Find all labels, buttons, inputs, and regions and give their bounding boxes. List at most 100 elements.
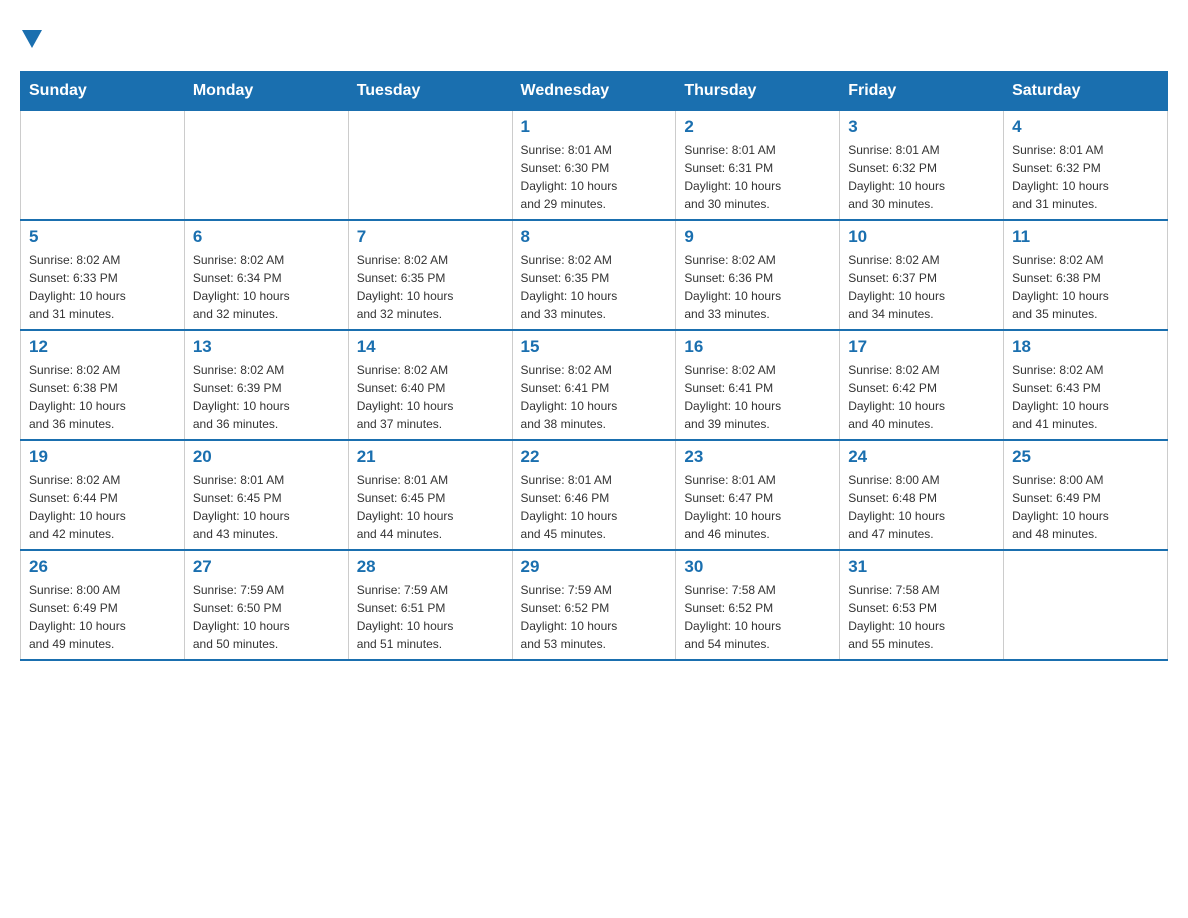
day-number: 8 xyxy=(521,227,668,247)
calendar-cell: 23 Sunrise: 8:01 AM Sunset: 6:47 PM Dayli… xyxy=(676,440,840,550)
day-info: Sunrise: 7:58 AM Sunset: 6:52 PM Dayligh… xyxy=(684,581,831,653)
day-number: 14 xyxy=(357,337,504,357)
calendar-cell xyxy=(348,111,512,221)
day-number: 26 xyxy=(29,557,176,577)
day-number: 17 xyxy=(848,337,995,357)
calendar-cell: 22 Sunrise: 8:01 AM Sunset: 6:46 PM Dayli… xyxy=(512,440,676,550)
calendar-week-row: 12Sunrise: 8:02 AM Sunset: 6:38 PM Dayli… xyxy=(21,330,1168,440)
day-info: Sunrise: 8:02 AM Sunset: 6:39 PM Dayligh… xyxy=(193,361,340,433)
calendar-cell: 20 Sunrise: 8:01 AM Sunset: 6:45 PM Dayli… xyxy=(184,440,348,550)
day-info: Sunrise: 8:01 AM Sunset: 6:31 PM Dayligh… xyxy=(684,141,831,213)
day-info: Sunrise: 8:02 AM Sunset: 6:34 PM Dayligh… xyxy=(193,251,340,323)
calendar-cell: 10 Sunrise: 8:02 AM Sunset: 6:37 PM Dayli… xyxy=(840,220,1004,330)
day-number: 30 xyxy=(684,557,831,577)
calendar-week-row: 19Sunrise: 8:02 AM Sunset: 6:44 PM Dayli… xyxy=(21,440,1168,550)
calendar-cell: 27 Sunrise: 7:59 AM Sunset: 6:50 PM Dayli… xyxy=(184,550,348,660)
day-info: Sunrise: 7:59 AM Sunset: 6:52 PM Dayligh… xyxy=(521,581,668,653)
day-number: 4 xyxy=(1012,117,1159,137)
day-info: Sunrise: 8:01 AM Sunset: 6:47 PM Dayligh… xyxy=(684,471,831,543)
day-number: 29 xyxy=(521,557,668,577)
day-number: 7 xyxy=(357,227,504,247)
day-number: 19 xyxy=(29,447,176,467)
day-info: Sunrise: 8:02 AM Sunset: 6:41 PM Dayligh… xyxy=(684,361,831,433)
logo-text-general xyxy=(20,20,42,51)
logo-triangle-icon xyxy=(22,30,42,48)
calendar-cell: 24Sunrise: 8:00 AM Sunset: 6:48 PM Dayli… xyxy=(840,440,1004,550)
day-info: Sunrise: 8:02 AM Sunset: 6:36 PM Dayligh… xyxy=(684,251,831,323)
day-number: 9 xyxy=(684,227,831,247)
calendar-table: Sunday Monday Tuesday Wednesday Thursday… xyxy=(20,71,1168,661)
day-info: Sunrise: 7:59 AM Sunset: 6:51 PM Dayligh… xyxy=(357,581,504,653)
col-header-monday: Monday xyxy=(184,72,348,111)
day-number: 3 xyxy=(848,117,995,137)
day-info: Sunrise: 8:00 AM Sunset: 6:49 PM Dayligh… xyxy=(29,581,176,653)
day-info: Sunrise: 7:58 AM Sunset: 6:53 PM Dayligh… xyxy=(848,581,995,653)
day-number: 13 xyxy=(193,337,340,357)
calendar-header-row: Sunday Monday Tuesday Wednesday Thursday… xyxy=(21,72,1168,111)
calendar-cell: 16 Sunrise: 8:02 AM Sunset: 6:41 PM Dayli… xyxy=(676,330,840,440)
calendar-cell: 21 Sunrise: 8:01 AM Sunset: 6:45 PM Dayli… xyxy=(348,440,512,550)
calendar-cell: 28 Sunrise: 7:59 AM Sunset: 6:51 PM Dayli… xyxy=(348,550,512,660)
calendar-cell: 19Sunrise: 8:02 AM Sunset: 6:44 PM Dayli… xyxy=(21,440,185,550)
day-info: Sunrise: 8:02 AM Sunset: 6:40 PM Dayligh… xyxy=(357,361,504,433)
day-info: Sunrise: 8:02 AM Sunset: 6:35 PM Dayligh… xyxy=(521,251,668,323)
day-info: Sunrise: 8:02 AM Sunset: 6:35 PM Dayligh… xyxy=(357,251,504,323)
col-header-tuesday: Tuesday xyxy=(348,72,512,111)
day-info: Sunrise: 8:00 AM Sunset: 6:49 PM Dayligh… xyxy=(1012,471,1159,543)
calendar-cell: 2Sunrise: 8:01 AM Sunset: 6:31 PM Daylig… xyxy=(676,111,840,221)
day-info: Sunrise: 8:01 AM Sunset: 6:46 PM Dayligh… xyxy=(521,471,668,543)
day-number: 1 xyxy=(521,117,668,137)
day-info: Sunrise: 8:01 AM Sunset: 6:30 PM Dayligh… xyxy=(521,141,668,213)
calendar-cell: 17Sunrise: 8:02 AM Sunset: 6:42 PM Dayli… xyxy=(840,330,1004,440)
calendar-week-row: 1 Sunrise: 8:01 AM Sunset: 6:30 PM Daylig… xyxy=(21,111,1168,221)
day-number: 16 xyxy=(684,337,831,357)
col-header-friday: Friday xyxy=(840,72,1004,111)
day-info: Sunrise: 8:02 AM Sunset: 6:37 PM Dayligh… xyxy=(848,251,995,323)
day-info: Sunrise: 8:01 AM Sunset: 6:45 PM Dayligh… xyxy=(357,471,504,543)
day-number: 31 xyxy=(848,557,995,577)
calendar-cell: 13 Sunrise: 8:02 AM Sunset: 6:39 PM Dayli… xyxy=(184,330,348,440)
calendar-cell: 31 Sunrise: 7:58 AM Sunset: 6:53 PM Dayli… xyxy=(840,550,1004,660)
day-number: 28 xyxy=(357,557,504,577)
calendar-cell: 12Sunrise: 8:02 AM Sunset: 6:38 PM Dayli… xyxy=(21,330,185,440)
calendar-cell: 29 Sunrise: 7:59 AM Sunset: 6:52 PM Dayli… xyxy=(512,550,676,660)
day-number: 5 xyxy=(29,227,176,247)
calendar-cell: 15Sunrise: 8:02 AM Sunset: 6:41 PM Dayli… xyxy=(512,330,676,440)
day-info: Sunrise: 7:59 AM Sunset: 6:50 PM Dayligh… xyxy=(193,581,340,653)
calendar-cell xyxy=(184,111,348,221)
page-header xyxy=(20,20,1168,51)
day-info: Sunrise: 8:01 AM Sunset: 6:32 PM Dayligh… xyxy=(848,141,995,213)
day-number: 15 xyxy=(521,337,668,357)
logo xyxy=(20,20,42,51)
calendar-cell: 14 Sunrise: 8:02 AM Sunset: 6:40 PM Dayli… xyxy=(348,330,512,440)
col-header-sunday: Sunday xyxy=(21,72,185,111)
calendar-cell: 11Sunrise: 8:02 AM Sunset: 6:38 PM Dayli… xyxy=(1004,220,1168,330)
day-number: 10 xyxy=(848,227,995,247)
calendar-cell: 9 Sunrise: 8:02 AM Sunset: 6:36 PM Daylig… xyxy=(676,220,840,330)
day-number: 27 xyxy=(193,557,340,577)
day-number: 22 xyxy=(521,447,668,467)
day-number: 20 xyxy=(193,447,340,467)
day-number: 21 xyxy=(357,447,504,467)
calendar-cell: 7 Sunrise: 8:02 AM Sunset: 6:35 PM Daylig… xyxy=(348,220,512,330)
calendar-cell: 4 Sunrise: 8:01 AM Sunset: 6:32 PM Daylig… xyxy=(1004,111,1168,221)
calendar-cell: 5Sunrise: 8:02 AM Sunset: 6:33 PM Daylig… xyxy=(21,220,185,330)
day-info: Sunrise: 8:02 AM Sunset: 6:38 PM Dayligh… xyxy=(29,361,176,433)
calendar-cell: 1 Sunrise: 8:01 AM Sunset: 6:30 PM Daylig… xyxy=(512,111,676,221)
calendar-week-row: 26 Sunrise: 8:00 AM Sunset: 6:49 PM Dayli… xyxy=(21,550,1168,660)
day-info: Sunrise: 8:01 AM Sunset: 6:45 PM Dayligh… xyxy=(193,471,340,543)
day-number: 25 xyxy=(1012,447,1159,467)
calendar-cell: 26 Sunrise: 8:00 AM Sunset: 6:49 PM Dayli… xyxy=(21,550,185,660)
day-number: 11 xyxy=(1012,227,1159,247)
day-info: Sunrise: 8:01 AM Sunset: 6:32 PM Dayligh… xyxy=(1012,141,1159,213)
col-header-thursday: Thursday xyxy=(676,72,840,111)
calendar-cell: 30 Sunrise: 7:58 AM Sunset: 6:52 PM Dayli… xyxy=(676,550,840,660)
calendar-cell: 18Sunrise: 8:02 AM Sunset: 6:43 PM Dayli… xyxy=(1004,330,1168,440)
calendar-cell xyxy=(1004,550,1168,660)
day-number: 24 xyxy=(848,447,995,467)
day-number: 23 xyxy=(684,447,831,467)
calendar-cell: 8 Sunrise: 8:02 AM Sunset: 6:35 PM Daylig… xyxy=(512,220,676,330)
calendar-cell xyxy=(21,111,185,221)
calendar-cell: 6Sunrise: 8:02 AM Sunset: 6:34 PM Daylig… xyxy=(184,220,348,330)
col-header-saturday: Saturday xyxy=(1004,72,1168,111)
